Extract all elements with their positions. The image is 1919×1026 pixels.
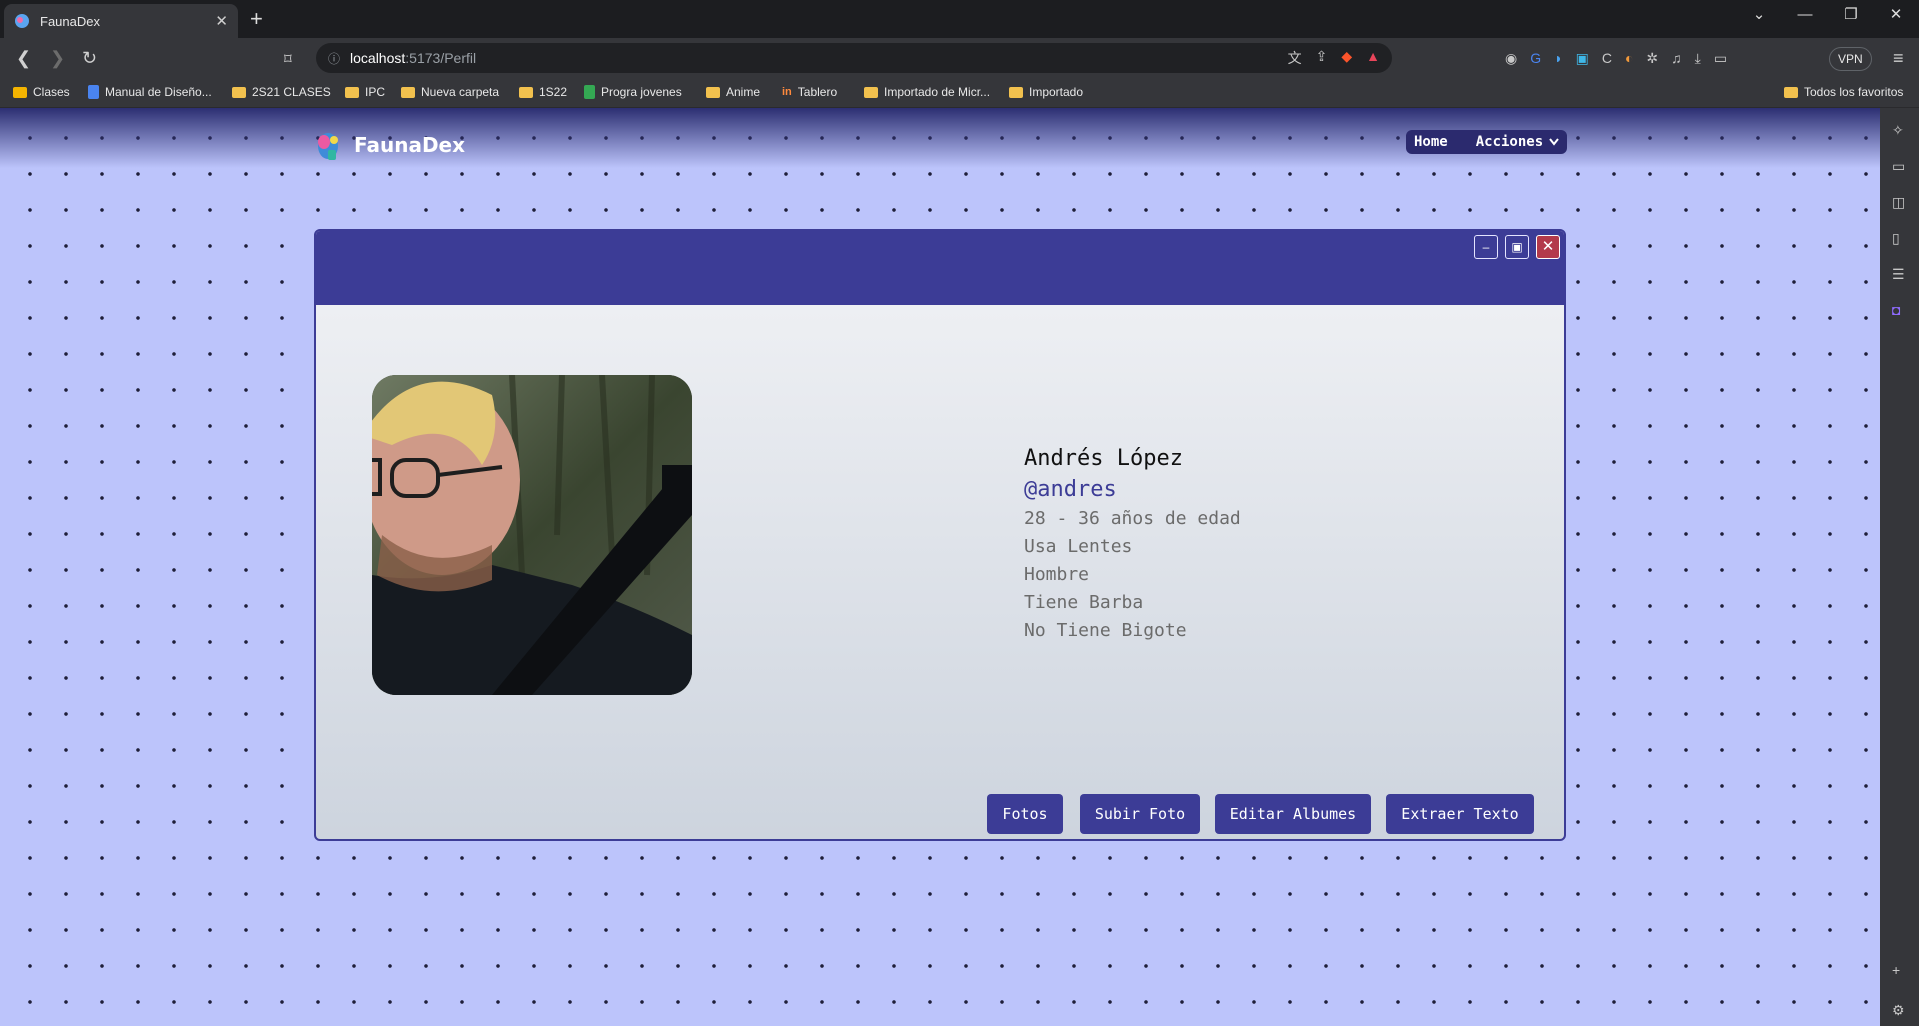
nav-home[interactable]: Home (1414, 134, 1448, 150)
bookmark-item[interactable]: Manual de Diseño... (88, 85, 212, 99)
brand[interactable]: FaunaDex (314, 128, 465, 162)
folder-icon (401, 86, 415, 98)
header-gradient (0, 108, 1880, 168)
hub-icon: in (782, 86, 792, 98)
editar-albumes-button[interactable]: Editar Albumes (1215, 794, 1371, 834)
bookmark-item[interactable]: 1S22 (519, 85, 567, 99)
vpn-button[interactable]: VPN (1829, 47, 1872, 71)
brand-name: FaunaDex (354, 133, 466, 157)
brave-shields-icon[interactable]: ◆ (1341, 48, 1352, 68)
back-icon[interactable]: ❮ (16, 48, 31, 69)
wallet-icon[interactable]: ▭ (1714, 50, 1727, 67)
bookmark-item[interactable]: Anime (706, 85, 760, 99)
profile-age-range: 28 - 36 años de edad (1024, 508, 1241, 529)
browser-toolbar: ❮ ❯ ↻ ⌑ ⓘ localhost :5173/Perfil 文 ⇪ ◆ ▲… (0, 38, 1919, 80)
extension-wave-icon[interactable]: ◗ (1554, 50, 1562, 67)
browser-tab-bar: FaunaDex ✕ + ⌄ — ❐ ✕ (0, 0, 1919, 38)
tab-title: FaunaDex (40, 13, 100, 29)
bookmark-item[interactable]: Nueva carpeta (401, 85, 499, 99)
extension-c-icon[interactable]: C (1602, 50, 1612, 67)
browser-sidebar: ✧ ▭ ◫ ▯ ☰ ◘ + ⚙ (1880, 108, 1919, 1026)
profile-beard: Tiene Barba (1024, 592, 1144, 613)
folder-icon (1009, 86, 1023, 98)
sheet-icon (584, 85, 595, 99)
fotos-button[interactable]: Fotos (987, 794, 1063, 834)
faunadex-logo-icon (314, 128, 346, 162)
image-icon (13, 86, 27, 98)
extensions-puzzle-icon[interactable]: ✲ (1646, 50, 1658, 67)
minimize-window-icon[interactable]: — (1782, 4, 1828, 26)
folder-icon (706, 86, 720, 98)
all-bookmarks[interactable]: Todos los favoritos (1784, 85, 1903, 99)
extensions-bar: ◉ G ◗ ▣ C ◐ ✲ ♫ ⤓ ▭ (1505, 50, 1727, 67)
page-content: FaunaDex Home Acciones – ▣ ✕ Andrés Lópe… (0, 108, 1880, 1026)
folder-icon (864, 86, 878, 98)
site-info-icon[interactable]: ⓘ (328, 50, 340, 67)
bookmark-item[interactable]: IPC (345, 85, 385, 99)
bookmark-item[interactable]: Importado de Micr... (864, 85, 990, 99)
doc-icon (88, 85, 99, 99)
translate-icon[interactable]: 文 (1288, 48, 1302, 68)
reading-list-icon[interactable]: ☰ (1892, 266, 1905, 283)
profile-glasses: Usa Lentes (1024, 536, 1133, 557)
leo-ai-icon[interactable]: ✧ (1892, 122, 1904, 139)
faunadex-favicon (14, 13, 30, 29)
extraer-texto-button[interactable]: Extraer Texto (1386, 794, 1534, 834)
brave-rewards-icon[interactable]: ▲ (1366, 48, 1380, 68)
folder-icon (345, 86, 359, 98)
nav-acciones-dropdown[interactable]: Acciones (1476, 134, 1559, 150)
extension-avatar-icon[interactable]: ◉ (1505, 50, 1517, 67)
bookmarks-bar: Clases Manual de Diseño... 2S21 CLASES I… (0, 80, 1919, 108)
folder-icon (232, 86, 246, 98)
bookmark-item[interactable]: Clases (13, 85, 70, 99)
profile-photo (372, 375, 692, 695)
close-window-icon[interactable]: ✕ (1873, 4, 1919, 26)
menu-icon[interactable]: ≡ (1893, 48, 1904, 69)
media-icon[interactable]: ♫ (1671, 50, 1682, 67)
chevron-down-icon (1549, 134, 1559, 150)
bookmark-item[interactable]: Progra jovenes (584, 85, 682, 99)
extension-box-icon[interactable]: ▣ (1576, 50, 1589, 67)
profile-window: – ▣ ✕ Andrés López @andres 28 - 36 años … (314, 229, 1566, 841)
forward-icon[interactable]: ❯ (50, 48, 65, 69)
close-icon[interactable]: ✕ (1536, 235, 1560, 259)
profile-window-header: – ▣ ✕ (316, 231, 1564, 305)
share-icon[interactable]: ⇪ (1316, 48, 1328, 68)
extension-sidebar-icon[interactable]: ◘ (1892, 302, 1900, 318)
restore-window-icon[interactable]: ❐ (1828, 4, 1874, 26)
tab-search-icon[interactable]: ⌄ (1736, 4, 1782, 26)
downloads-icon[interactable]: ⤓ (1695, 50, 1701, 67)
bookmark-item[interactable]: Importado (1009, 85, 1083, 99)
main-nav: Home Acciones (1406, 130, 1568, 154)
video-icon[interactable]: ▭ (1892, 158, 1905, 175)
maximize-icon[interactable]: ▣ (1505, 235, 1529, 259)
sidebar-settings-icon[interactable]: ⚙ (1892, 1002, 1905, 1019)
profile-full-name: Andrés López (1024, 446, 1183, 471)
browser-tab[interactable]: FaunaDex ✕ (4, 4, 238, 38)
wallet-icon[interactable]: ◫ (1892, 194, 1905, 211)
bookmark-item[interactable]: in Tablero (782, 85, 837, 99)
bookmark-page-icon[interactable]: ⌑ (284, 50, 292, 68)
bookmarks-icon[interactable]: ▯ (1892, 230, 1900, 247)
profile-gender: Hombre (1024, 564, 1090, 585)
url-path: :5173/Perfil (405, 50, 477, 66)
tab-close-icon[interactable]: ✕ (215, 12, 228, 30)
bookmark-item[interactable]: 2S21 CLASES (232, 85, 331, 99)
profile-info: Andrés López @andres 28 - 36 años de eda… (1024, 443, 1241, 645)
extension-translate-icon[interactable]: G (1530, 50, 1541, 67)
minimize-icon[interactable]: – (1474, 235, 1498, 259)
subir-foto-button[interactable]: Subir Foto (1080, 794, 1200, 834)
profile-username: @andres (1024, 477, 1117, 502)
url-host: localhost (350, 50, 406, 66)
folder-icon (1784, 86, 1798, 98)
add-sidebar-icon[interactable]: + (1892, 962, 1900, 978)
address-bar[interactable]: ⓘ localhost :5173/Perfil 文 ⇪ ◆ ▲ (316, 43, 1392, 73)
profile-mustache: No Tiene Bigote (1024, 620, 1187, 641)
folder-icon (519, 86, 533, 98)
reload-icon[interactable]: ↻ (82, 48, 97, 69)
new-tab-icon[interactable]: + (250, 6, 263, 32)
extension-orange-icon[interactable]: ◐ (1625, 50, 1633, 67)
